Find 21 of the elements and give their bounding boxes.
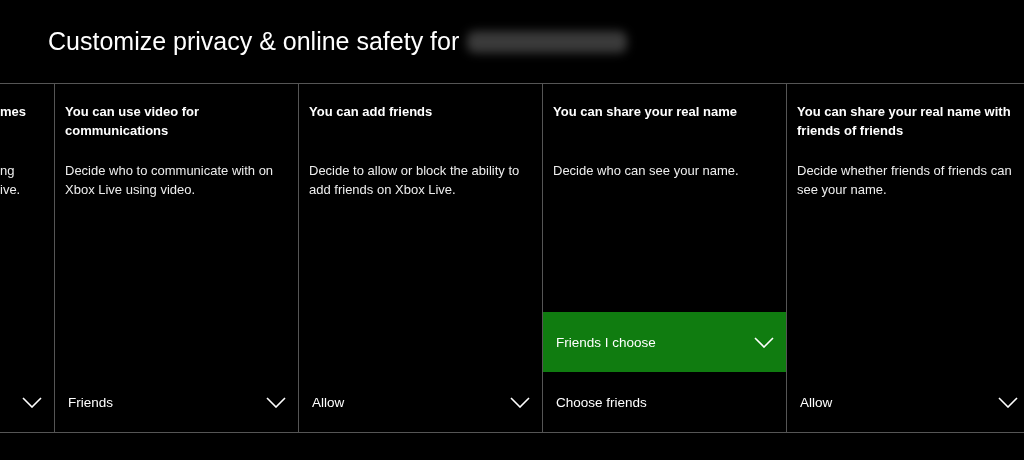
setting-description: Decide who to communicate with on Xbox Live using video. xyxy=(64,162,275,199)
option-dropdown[interactable]: Allow xyxy=(299,372,542,432)
setting-title: You can use video for communications xyxy=(64,103,201,140)
setting-description: Decide whether friends of friends can see your name. xyxy=(796,162,1013,199)
chevron-down-icon xyxy=(998,396,1018,408)
setting-title: You can share your real name with friends of friends xyxy=(796,103,1012,140)
setting-title: You can share your real name xyxy=(552,103,738,121)
choose-button[interactable]: Choose friends xyxy=(543,372,786,432)
setting-title: mes xyxy=(0,103,28,121)
setting-description: ng ive. xyxy=(0,162,22,199)
chevron-down-icon xyxy=(754,336,774,348)
setting-title: You can add friends xyxy=(308,103,434,121)
option-dropdown[interactable]: Friends xyxy=(55,372,298,432)
chevron-down-icon xyxy=(266,396,286,408)
chevron-down-icon xyxy=(510,396,530,408)
chevron-down-icon xyxy=(22,396,42,408)
page-title: Customize privacy & online safety for xyxy=(48,27,460,56)
option-dropdown[interactable]: Friends I choose xyxy=(543,312,786,372)
setting-description: Decide who can see your name. xyxy=(552,162,740,180)
setting-description: Decide to allow or block the ability to add friends on Xbox Live. xyxy=(308,162,521,199)
option-dropdown[interactable]: Allow xyxy=(787,372,1024,432)
